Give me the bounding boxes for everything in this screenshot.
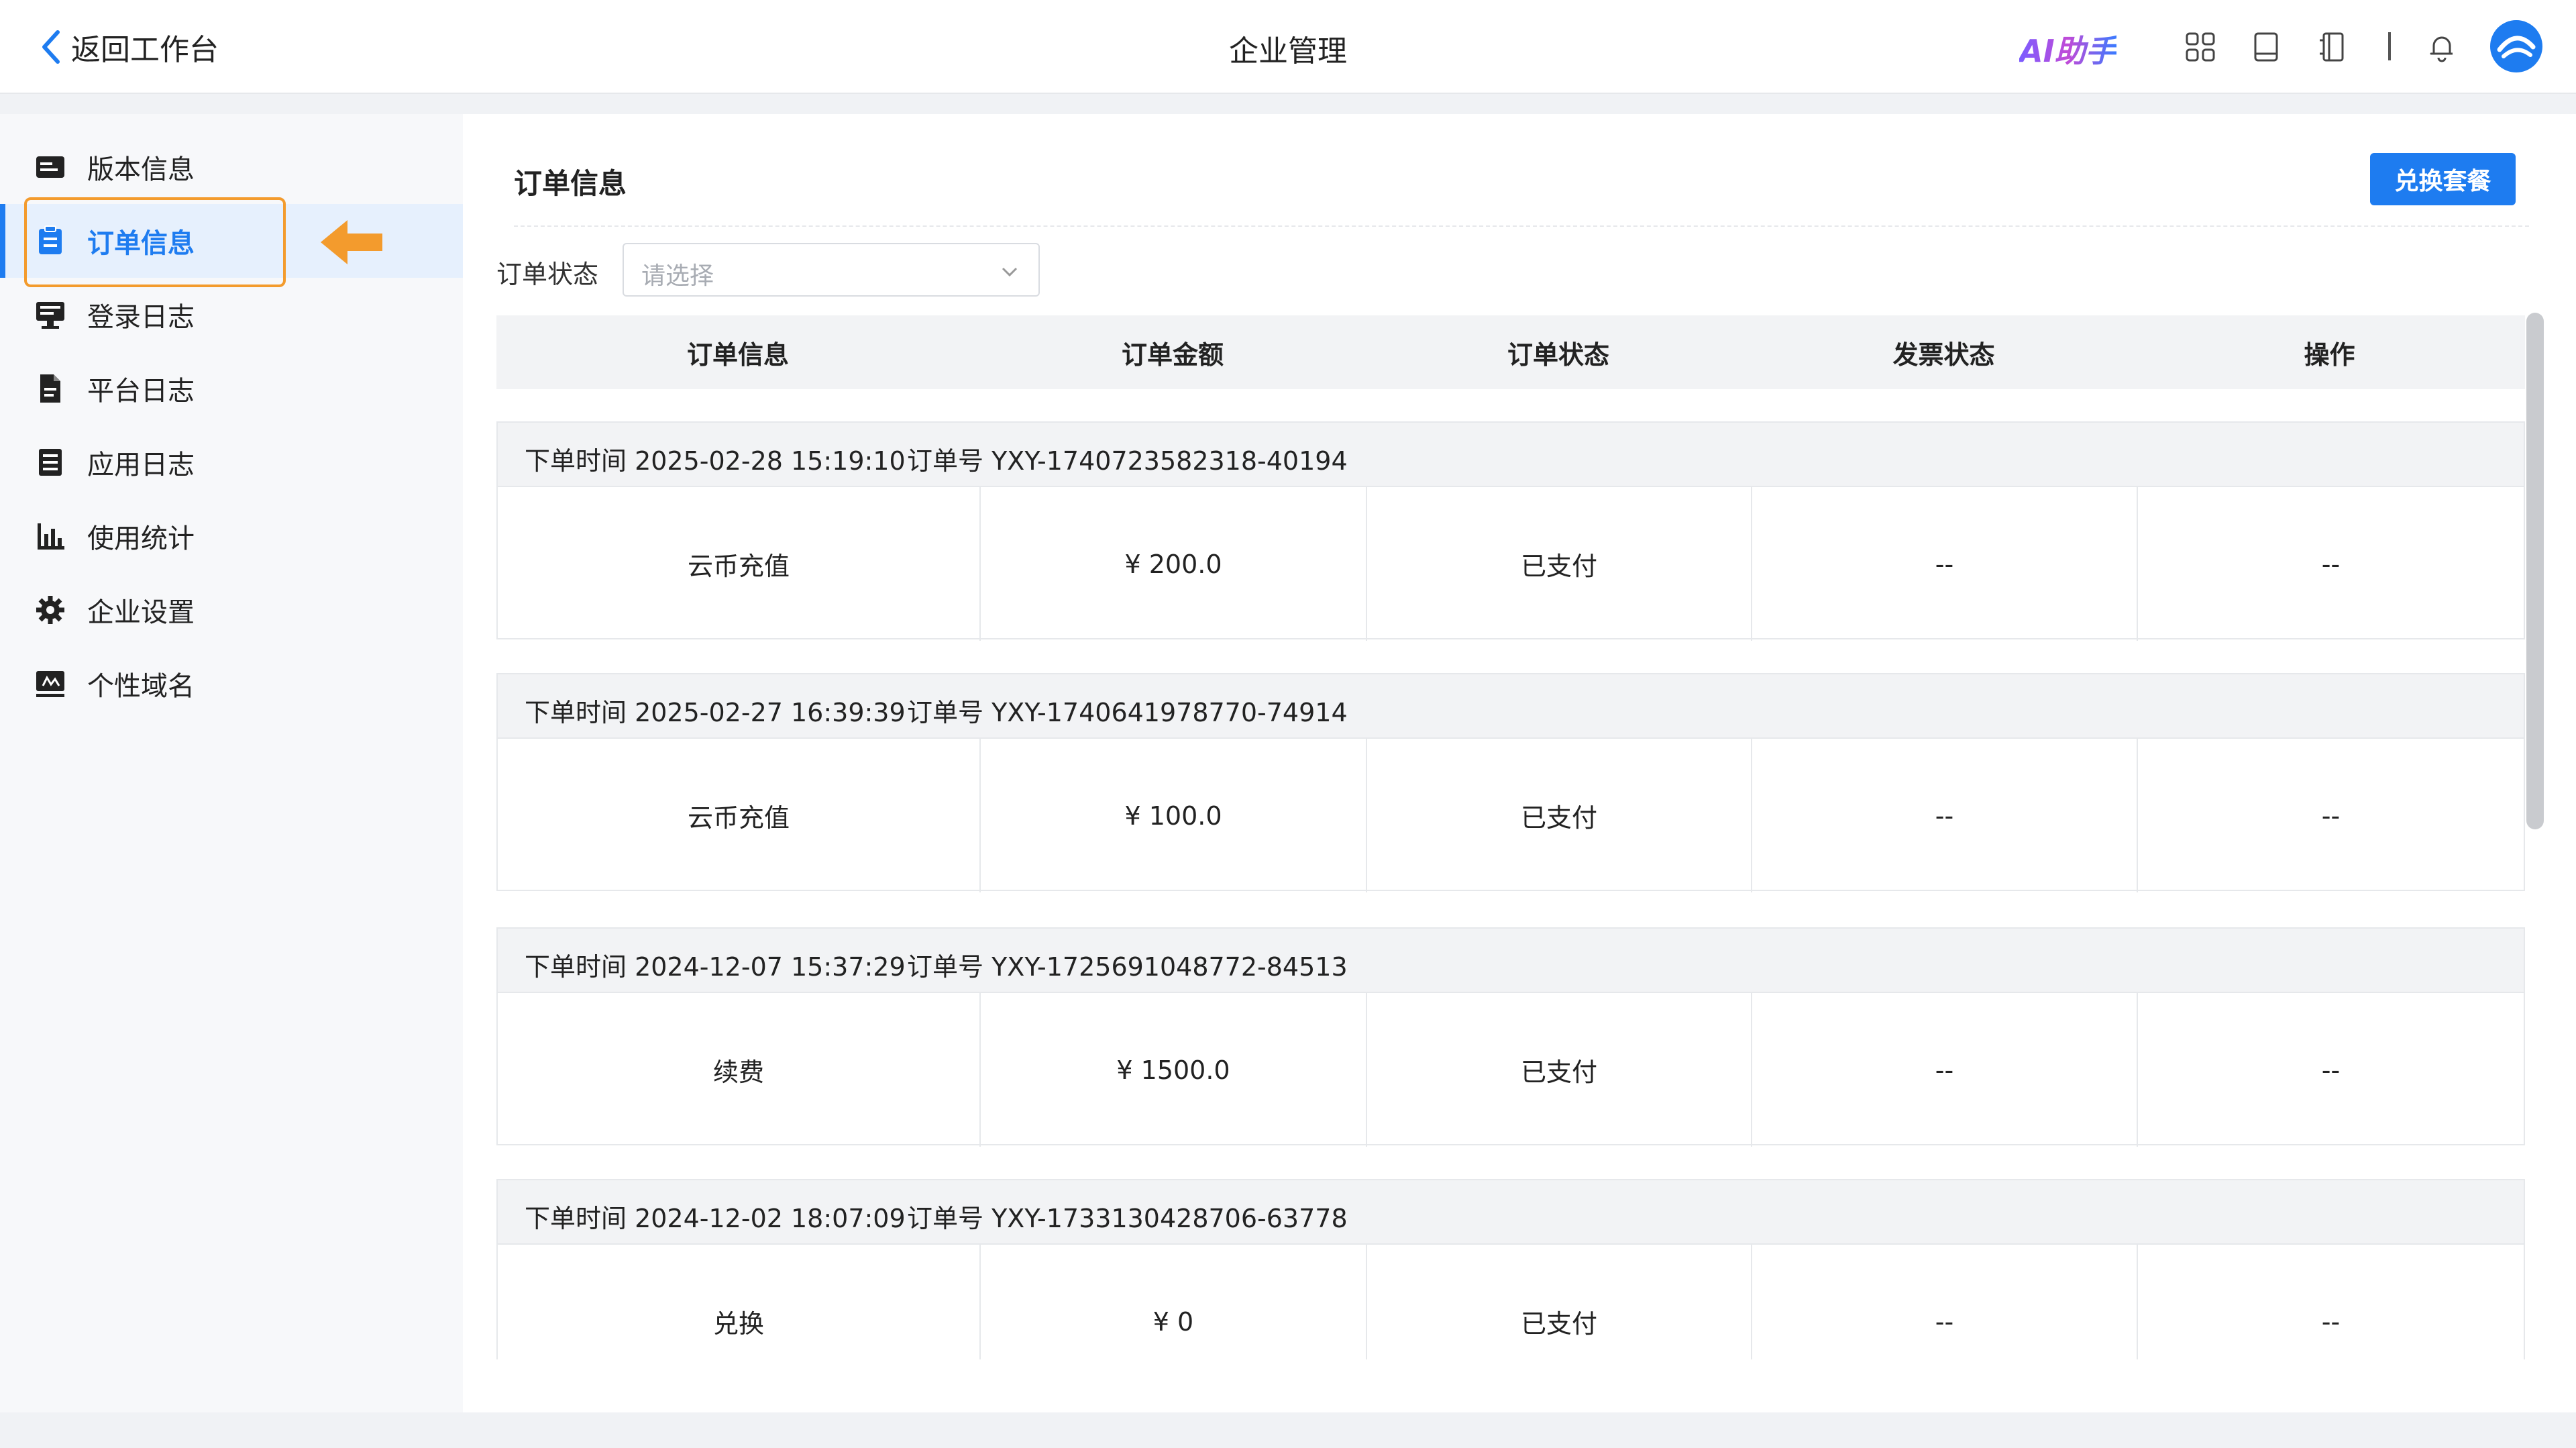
column-header: 操作 <box>2304 340 2355 370</box>
order-status-select[interactable]: 请选择 <box>623 243 1040 297</box>
order-status: 已支付 <box>1367 993 1752 1147</box>
list-icon <box>34 446 67 479</box>
highlight-box <box>24 197 286 287</box>
order-item: 下单时间 2024-12-07 15:37:29 订单号 YXY-1725691… <box>496 927 2525 1147</box>
order-item: 下单时间 2025-02-27 16:39:39 订单号 YXY-1740641… <box>496 673 2525 892</box>
domain-icon <box>34 667 67 701</box>
table-clip <box>496 1359 2549 1412</box>
ai-assistant-button[interactable]: AI助手 <box>2019 27 2116 71</box>
order-number: 订单号 YXY-1733130428706-63778 <box>907 1204 1348 1233</box>
scrollbar[interactable] <box>2526 313 2544 829</box>
sidebar-item-label: 使用统计 <box>87 523 195 554</box>
sidebar-item-usage-stats[interactable]: 使用统计 <box>0 499 463 573</box>
order-header: 下单时间 2025-02-28 15:19:10 订单号 YXY-1740723… <box>498 423 2524 487</box>
sidebar-item-label: 个性域名 <box>87 671 195 702</box>
order-content: 订单信息 兑换套餐 订单状态 请选择 订单信息 订单金额 订单状态 发票状态 操… <box>496 114 2549 1412</box>
table-row: 云币充值 ¥ 100.0 已支付 -- -- <box>498 739 2524 892</box>
header-divider <box>2388 32 2391 60</box>
invoice-status: -- <box>1752 487 2138 641</box>
order-amount: ¥ 1500.0 <box>981 993 1367 1147</box>
order-number: 订单号 YXY-1740641978770-74914 <box>907 698 1348 727</box>
table-header: 订单信息 订单金额 订单状态 发票状态 操作 <box>496 315 2525 389</box>
top-bar: 返回工作台 企业管理 AI助手 <box>0 0 2576 94</box>
sidebar: 版本信息 订单信息 登录日志 平台日志 应用日志 使用统计 企业设置 个性域名 <box>0 114 463 1412</box>
sidebar-item-label: 登录日志 <box>87 302 195 333</box>
order-time: 下单时间 2024-12-02 18:07:09 <box>525 1204 906 1233</box>
gear-icon <box>34 593 67 627</box>
exchange-package-button[interactable]: 兑换套餐 <box>2370 153 2516 205</box>
order-action: -- <box>2321 1055 2341 1085</box>
order-type: 续费 <box>498 993 981 1147</box>
sidebar-item-platform-log[interactable]: 平台日志 <box>0 352 463 425</box>
sidebar-item-label: 企业设置 <box>87 597 195 628</box>
sidebar-item-label: 版本信息 <box>87 154 195 185</box>
order-header: 下单时间 2024-12-02 18:07:09 订单号 YXY-1733130… <box>498 1180 2524 1245</box>
apps-icon[interactable] <box>2183 30 2218 64</box>
column-header: 订单信息 <box>686 340 789 370</box>
avatar[interactable] <box>2490 20 2542 72</box>
sidebar-item-login-log[interactable]: 登录日志 <box>0 278 463 352</box>
order-action: -- <box>2321 549 2341 579</box>
arrow-left-icon <box>321 220 382 264</box>
order-number: 订单号 YXY-1725691048772-84513 <box>907 952 1348 982</box>
order-amount: ¥ 200.0 <box>981 487 1367 641</box>
document-icon <box>34 372 67 405</box>
chevron-down-icon <box>1002 267 1018 277</box>
active-indicator <box>0 204 5 278</box>
divider <box>514 225 2529 227</box>
order-status-filter-label: 订单状态 <box>496 260 599 289</box>
table-row: 续费 ¥ 1500.0 已支付 -- -- <box>498 993 2524 1147</box>
order-header: 下单时间 2024-12-07 15:37:29 订单号 YXY-1725691… <box>498 929 2524 993</box>
select-placeholder: 请选择 <box>641 262 714 290</box>
monitor-icon <box>34 298 67 331</box>
order-header: 下单时间 2025-02-27 16:39:39 订单号 YXY-1740641… <box>498 674 2524 739</box>
main-panel: 版本信息 订单信息 登录日志 平台日志 应用日志 使用统计 企业设置 个性域名 … <box>0 114 2576 1412</box>
sidebar-item-label: 应用日志 <box>87 450 195 480</box>
order-time: 下单时间 2025-02-28 15:19:10 <box>525 446 906 476</box>
sidebar-item-app-log[interactable]: 应用日志 <box>0 425 463 499</box>
column-header: 订单状态 <box>1507 340 1609 370</box>
order-type: 云币充值 <box>498 487 981 641</box>
order-time: 下单时间 2025-02-27 16:39:39 <box>525 698 906 727</box>
card-icon <box>34 150 67 184</box>
order-action: -- <box>2321 800 2341 831</box>
sidebar-item-version-info[interactable]: 版本信息 <box>0 130 463 204</box>
sidebar-item-enterprise-settings[interactable]: 企业设置 <box>0 573 463 647</box>
book-icon[interactable] <box>2249 30 2284 64</box>
order-status: 已支付 <box>1367 487 1752 641</box>
invoice-status: -- <box>1752 739 2138 892</box>
order-status: 已支付 <box>1367 739 1752 892</box>
order-amount: ¥ 100.0 <box>981 739 1367 892</box>
column-header: 订单金额 <box>1121 340 1224 370</box>
table-row: 云币充值 ¥ 200.0 已支付 -- -- <box>498 487 2524 641</box>
sidebar-item-custom-domain[interactable]: 个性域名 <box>0 647 463 721</box>
order-item: 下单时间 2025-02-28 15:19:10 订单号 YXY-1740723… <box>496 421 2525 641</box>
bell-icon[interactable] <box>2424 30 2459 64</box>
invoice-status: -- <box>1752 993 2138 1147</box>
notebook-icon[interactable] <box>2316 30 2351 64</box>
order-type: 云币充值 <box>498 739 981 892</box>
sidebar-item-label: 平台日志 <box>87 376 195 407</box>
bar-chart-icon <box>34 519 67 553</box>
page-title: 订单信息 <box>514 167 627 200</box>
order-time: 下单时间 2024-12-07 15:37:29 <box>525 952 906 982</box>
column-header: 发票状态 <box>1892 340 1995 370</box>
order-number: 订单号 YXY-1740723582318-40194 <box>907 446 1348 476</box>
